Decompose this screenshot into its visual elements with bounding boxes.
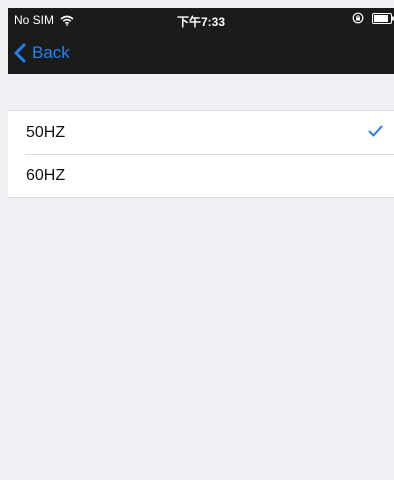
frequency-settings-screen: No SIM 下午7:33 Back 50HZ 60HZ	[0, 0, 394, 480]
status-right	[352, 12, 394, 24]
back-button[interactable]: Back	[14, 41, 70, 65]
rotation-lock-icon	[352, 12, 364, 24]
battery-icon	[372, 12, 394, 24]
status-time: 下午7:33	[176, 15, 226, 29]
navigation-bar: Back	[8, 32, 394, 74]
list-item-label: 50HZ	[26, 123, 66, 141]
app-header: No SIM 下午7:33 Back	[8, 8, 394, 74]
list-item-50hz[interactable]: 50HZ	[8, 111, 394, 154]
status-bar: No SIM 下午7:33	[8, 8, 394, 32]
list-item-60hz[interactable]: 60HZ	[8, 154, 394, 197]
frequency-list: 50HZ 60HZ	[8, 110, 394, 198]
checkmark-icon	[368, 125, 383, 137]
list-item-label: 60HZ	[26, 166, 66, 184]
chevron-left-icon	[14, 43, 26, 63]
back-label: Back	[32, 43, 70, 62]
